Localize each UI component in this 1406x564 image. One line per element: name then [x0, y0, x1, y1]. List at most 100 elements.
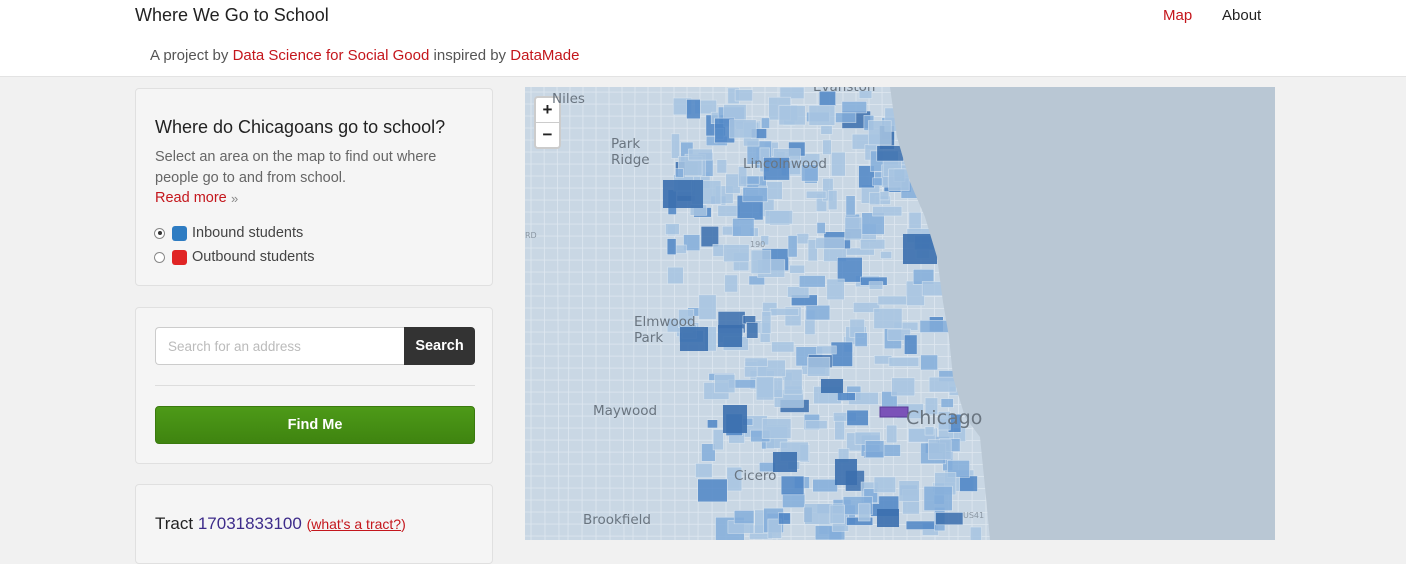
nav-map-link[interactable]: Map [1163, 7, 1192, 24]
census-tract[interactable] [905, 520, 937, 530]
census-tract[interactable] [787, 286, 810, 298]
census-tract[interactable] [829, 504, 845, 524]
census-tract[interactable] [836, 392, 856, 401]
census-tract[interactable] [746, 322, 759, 339]
census-tract[interactable] [879, 191, 890, 201]
census-tract[interactable] [782, 492, 806, 508]
census-tract[interactable] [868, 281, 884, 290]
census-tract[interactable] [816, 222, 826, 234]
census-tract[interactable] [718, 325, 742, 347]
census-tract[interactable] [787, 235, 798, 258]
census-tract[interactable] [671, 133, 681, 159]
census-tract[interactable] [841, 101, 867, 114]
census-tract[interactable] [697, 478, 728, 503]
choropleth-map[interactable]: + − Evanston Niles Park Ridge Lincolnwoo… [525, 87, 1275, 540]
census-tract[interactable] [827, 190, 838, 211]
census-tract[interactable] [927, 439, 952, 460]
census-tract[interactable] [729, 119, 757, 139]
census-tract[interactable] [836, 257, 863, 283]
census-tract[interactable] [804, 420, 828, 430]
census-tract[interactable] [844, 216, 863, 241]
census-tract[interactable] [864, 440, 885, 459]
census-tract[interactable] [969, 526, 982, 540]
census-tract[interactable] [688, 148, 713, 161]
census-tract[interactable] [808, 104, 836, 126]
census-tract[interactable] [764, 210, 793, 225]
selected-tract[interactable] [879, 406, 909, 418]
census-tract[interactable] [755, 376, 775, 401]
census-tract[interactable] [769, 308, 800, 316]
census-tract[interactable] [867, 120, 892, 146]
census-tract[interactable] [732, 218, 755, 237]
census-tract[interactable] [877, 509, 899, 527]
census-tract[interactable] [891, 377, 916, 397]
census-tract[interactable] [821, 379, 843, 393]
census-tract[interactable] [805, 190, 827, 199]
census-tract[interactable] [773, 452, 797, 472]
census-tract[interactable] [835, 459, 857, 485]
census-tract[interactable] [858, 503, 871, 522]
census-tract[interactable] [923, 485, 953, 512]
outbound-option[interactable]: Outbound students [154, 247, 315, 267]
census-tract[interactable] [959, 475, 978, 492]
inbound-radio[interactable] [154, 227, 165, 239]
census-tract[interactable] [872, 177, 883, 187]
census-tract[interactable] [806, 356, 831, 377]
census-tract[interactable] [663, 180, 703, 208]
census-tract[interactable] [744, 357, 768, 367]
census-tract[interactable] [666, 238, 677, 256]
census-tract[interactable] [830, 151, 846, 177]
census-tract[interactable] [723, 244, 750, 263]
census-tract[interactable] [869, 192, 881, 206]
census-tract[interactable] [798, 275, 826, 288]
census-tract[interactable] [734, 89, 754, 102]
census-tract[interactable] [761, 418, 792, 439]
outbound-radio[interactable] [154, 251, 165, 263]
census-tract[interactable] [771, 341, 795, 353]
census-tract[interactable] [877, 295, 907, 306]
census-tract[interactable] [700, 226, 720, 248]
census-tract[interactable] [724, 274, 739, 293]
census-tract[interactable] [750, 249, 772, 275]
census-tract[interactable] [742, 187, 769, 203]
census-tract[interactable] [815, 237, 845, 249]
census-tract[interactable] [886, 424, 898, 444]
census-tract[interactable] [712, 244, 725, 257]
census-tract[interactable] [780, 475, 805, 496]
census-tract[interactable] [816, 345, 837, 355]
census-tract[interactable] [846, 409, 869, 426]
census-tract[interactable] [723, 405, 747, 433]
census-tract[interactable] [820, 125, 833, 135]
census-tract[interactable] [873, 308, 903, 330]
census-tract[interactable] [805, 304, 831, 321]
census-tract[interactable] [845, 195, 856, 216]
census-tract[interactable] [835, 112, 857, 123]
census-tract[interactable] [665, 223, 680, 235]
census-tract[interactable] [733, 510, 755, 525]
census-tract[interactable] [919, 320, 949, 333]
census-tract[interactable] [826, 278, 845, 301]
census-tract[interactable] [686, 99, 701, 120]
nav-about-link[interactable]: About [1222, 7, 1261, 24]
census-tract[interactable] [854, 332, 868, 347]
census-tract[interactable] [859, 239, 886, 250]
census-tract[interactable] [935, 512, 964, 526]
census-tract[interactable] [707, 419, 718, 429]
census-tract[interactable] [783, 368, 803, 395]
census-tract[interactable] [876, 145, 904, 162]
census-tract[interactable] [667, 266, 684, 285]
census-tract[interactable] [778, 105, 806, 126]
census-tract[interactable] [695, 463, 713, 478]
census-tract[interactable] [789, 264, 805, 274]
census-tract[interactable] [716, 159, 728, 174]
search-button[interactable]: Search [404, 327, 475, 365]
census-tract[interactable] [822, 139, 832, 155]
census-tract[interactable] [888, 356, 920, 367]
census-tract[interactable] [920, 354, 939, 371]
census-tract[interactable] [903, 334, 918, 355]
census-tract[interactable] [804, 503, 833, 525]
census-tract[interactable] [712, 429, 724, 451]
brand-link[interactable]: Where We Go to School [135, 5, 329, 26]
census-tract[interactable] [778, 512, 791, 525]
census-tract[interactable] [872, 206, 903, 217]
